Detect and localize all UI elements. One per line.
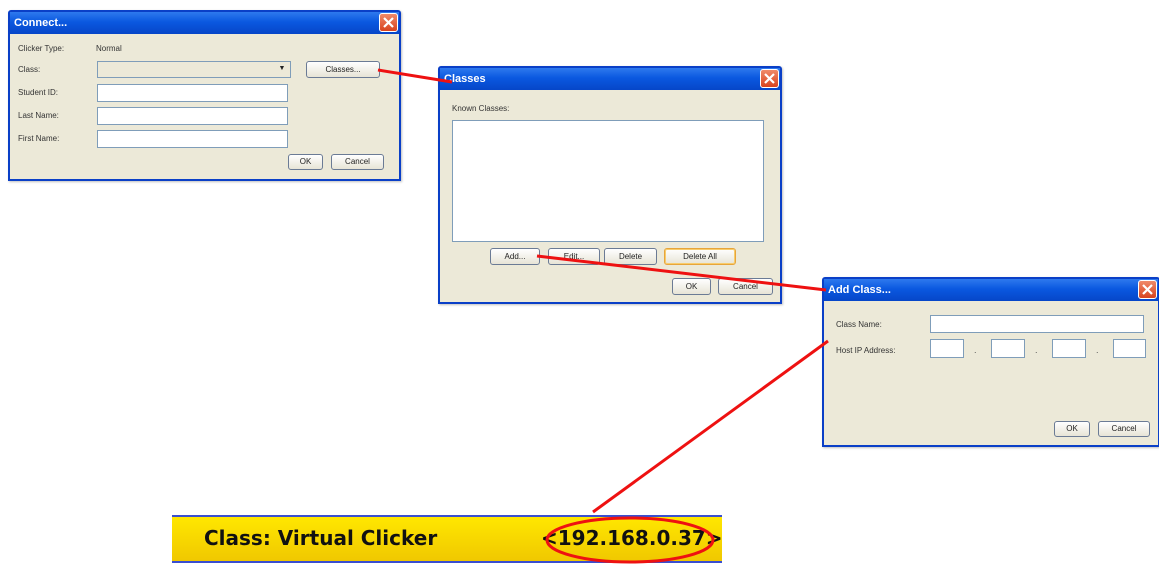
classes-dialog-titlebar[interactable]: Classes bbox=[440, 68, 780, 90]
chevron-down-icon: ▼ bbox=[278, 65, 286, 72]
ok-button[interactable]: OK bbox=[672, 278, 711, 295]
last-name-label: Last Name: bbox=[18, 111, 59, 120]
ip-separator: . bbox=[1035, 345, 1038, 355]
edit-button[interactable]: Edit... bbox=[548, 248, 600, 265]
add-class-dialog-title: Add Class... bbox=[828, 284, 891, 296]
clicker-type-value: Normal bbox=[96, 44, 122, 53]
class-label: Class: bbox=[18, 65, 41, 74]
classes-dialog-title: Classes bbox=[444, 73, 486, 85]
class-select[interactable]: ▼ bbox=[97, 61, 291, 78]
cancel-button[interactable]: Cancel bbox=[331, 154, 384, 170]
class-name-input[interactable] bbox=[930, 315, 1144, 333]
ip-octet-2-input[interactable] bbox=[991, 339, 1025, 358]
connect-dialog: Connect... Clicker Type: Normal Class: ▼… bbox=[8, 10, 401, 181]
connector-ip-line bbox=[592, 339, 829, 514]
add-class-dialog: Add Class... Class Name: Host IP Address… bbox=[822, 277, 1159, 447]
known-classes-label: Known Classes: bbox=[452, 104, 510, 113]
ok-button[interactable]: OK bbox=[1054, 421, 1090, 437]
last-name-input[interactable] bbox=[97, 107, 288, 125]
connect-dialog-titlebar[interactable]: Connect... bbox=[10, 12, 399, 34]
status-banner: Class: Virtual Clicker <192.168.0.37> bbox=[172, 515, 723, 563]
ip-octet-3-input[interactable] bbox=[1052, 339, 1086, 358]
ok-button[interactable]: OK bbox=[288, 154, 323, 170]
classes-dialog: Classes Known Classes: Add... Edit... De… bbox=[438, 66, 782, 304]
first-name-label: First Name: bbox=[18, 134, 60, 143]
ip-octet-1-input[interactable] bbox=[930, 339, 964, 358]
student-id-input[interactable] bbox=[97, 84, 288, 102]
add-button[interactable]: Add... bbox=[490, 248, 540, 265]
ip-octet-4-input[interactable] bbox=[1113, 339, 1146, 358]
delete-button[interactable]: Delete bbox=[604, 248, 657, 265]
student-id-label: Student ID: bbox=[18, 88, 59, 97]
close-icon[interactable] bbox=[379, 13, 398, 32]
status-banner-class-text: Class: Virtual Clicker bbox=[204, 526, 438, 550]
delete-all-button[interactable]: Delete All bbox=[664, 248, 736, 265]
cancel-button[interactable]: Cancel bbox=[718, 278, 773, 295]
ip-separator: . bbox=[1096, 345, 1099, 355]
cancel-button[interactable]: Cancel bbox=[1098, 421, 1150, 437]
add-class-dialog-titlebar[interactable]: Add Class... bbox=[824, 279, 1158, 301]
known-classes-list[interactable] bbox=[452, 120, 764, 242]
clicker-type-label: Clicker Type: bbox=[18, 44, 65, 53]
first-name-input[interactable] bbox=[97, 130, 288, 148]
class-name-label: Class Name: bbox=[836, 320, 882, 329]
close-icon[interactable] bbox=[760, 69, 779, 88]
classes-button[interactable]: Classes... bbox=[306, 61, 380, 78]
status-banner-ip-text: <192.168.0.37> bbox=[541, 526, 723, 550]
close-icon[interactable] bbox=[1138, 280, 1157, 299]
host-ip-label: Host IP Address: bbox=[836, 346, 896, 355]
ip-separator: . bbox=[974, 345, 977, 355]
connect-dialog-title: Connect... bbox=[14, 17, 68, 29]
